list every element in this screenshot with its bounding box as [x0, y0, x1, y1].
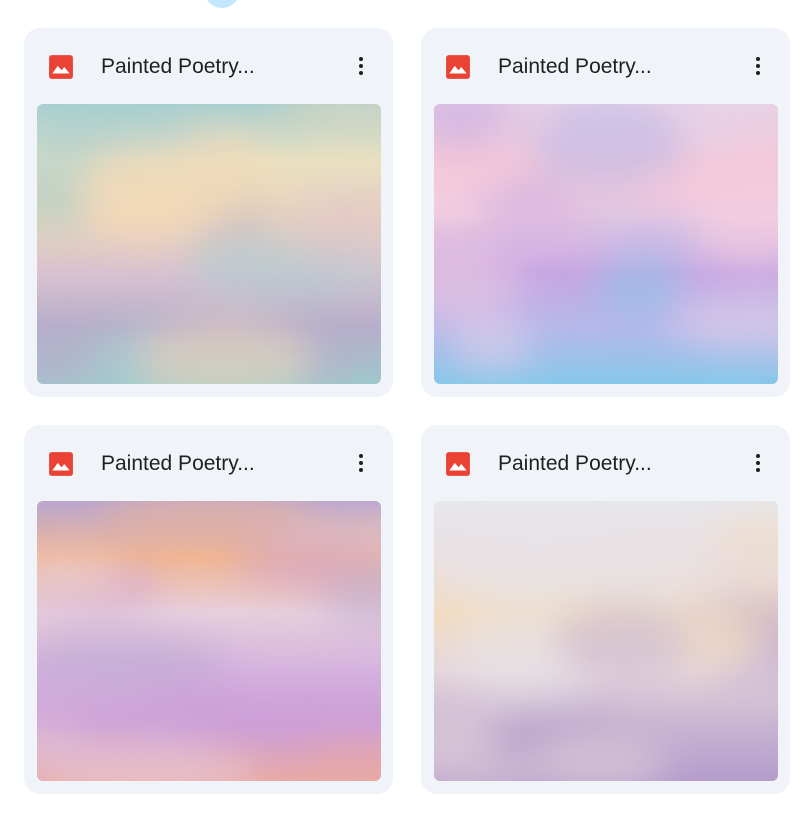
more-options-button[interactable] — [738, 443, 778, 483]
image-file-icon — [49, 452, 73, 476]
selection-indicator — [204, 0, 240, 8]
more-vert-icon — [756, 57, 760, 75]
painted-texture — [434, 501, 778, 781]
file-title: Painted Poetry... — [101, 55, 255, 78]
painted-texture — [37, 501, 381, 781]
file-title: Painted Poetry... — [498, 55, 652, 78]
more-options-button[interactable] — [738, 46, 778, 86]
file-thumbnail[interactable] — [434, 501, 778, 781]
file-thumbnail[interactable] — [434, 104, 778, 384]
painted-texture — [434, 104, 778, 384]
file-card-header: Painted Poetry... — [24, 425, 393, 501]
file-card-header: Painted Poetry... — [421, 425, 790, 501]
image-file-icon — [446, 452, 470, 476]
file-title: Painted Poetry... — [101, 452, 255, 475]
more-vert-icon — [756, 454, 760, 472]
file-card[interactable]: Painted Poetry... — [421, 28, 790, 397]
file-card[interactable]: Painted Poetry... — [24, 425, 393, 794]
file-card-header: Painted Poetry... — [421, 28, 790, 104]
image-file-icon — [446, 55, 470, 79]
file-card[interactable]: Painted Poetry... — [24, 28, 393, 397]
file-card-header: Painted Poetry... — [24, 28, 393, 104]
file-thumbnail[interactable] — [37, 501, 381, 781]
more-vert-icon — [359, 454, 363, 472]
file-card[interactable]: Painted Poetry... — [421, 425, 790, 794]
drive-grid-view: Painted Poetry... Painted Poetry... Pain… — [0, 0, 802, 818]
more-vert-icon — [359, 57, 363, 75]
file-title: Painted Poetry... — [498, 452, 652, 475]
painted-texture — [37, 104, 381, 384]
file-thumbnail[interactable] — [37, 104, 381, 384]
more-options-button[interactable] — [341, 46, 381, 86]
more-options-button[interactable] — [341, 443, 381, 483]
file-grid: Painted Poetry... Painted Poetry... Pain… — [24, 28, 790, 794]
image-file-icon — [49, 55, 73, 79]
